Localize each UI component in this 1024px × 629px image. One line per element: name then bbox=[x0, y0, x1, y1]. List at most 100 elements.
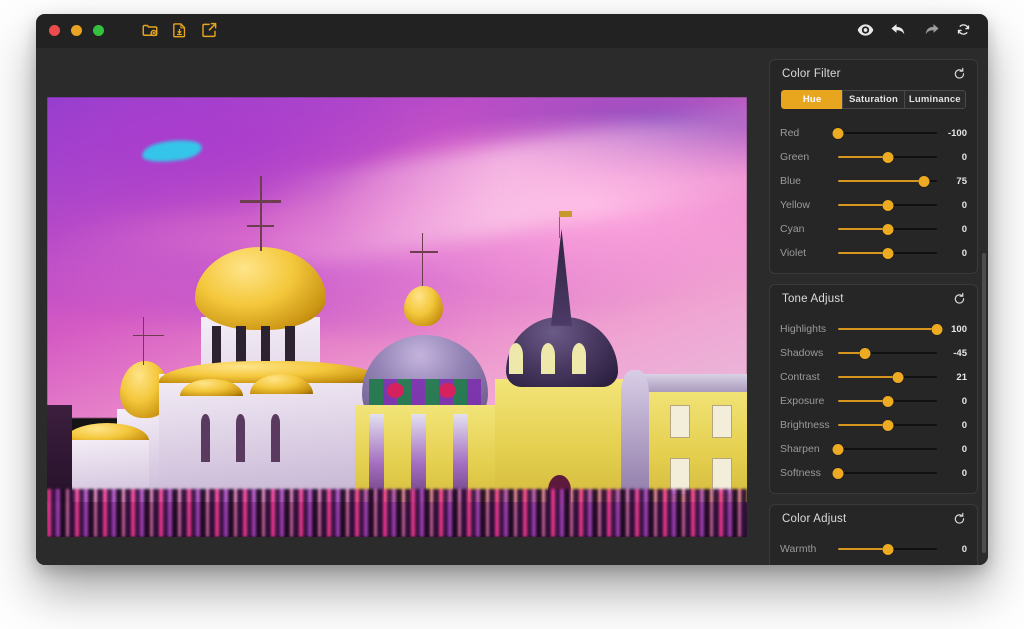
color-adjust-sliders: Warmth 0 bbox=[770, 533, 977, 565]
add-image-icon[interactable] bbox=[141, 21, 159, 39]
slider-yellow[interactable] bbox=[838, 198, 937, 212]
redo-icon[interactable] bbox=[923, 22, 940, 37]
share-export-icon[interactable] bbox=[200, 21, 218, 39]
slider-red[interactable] bbox=[832, 126, 937, 140]
panel-color-adjust: Color Adjust Warmth 0 bbox=[769, 504, 978, 565]
photo-window-a bbox=[201, 413, 211, 463]
slider-thumb[interactable] bbox=[832, 467, 844, 479]
photo-spire-flag bbox=[559, 210, 572, 217]
reset-icon[interactable] bbox=[952, 67, 967, 82]
panel-color-filter-header: Color Filter bbox=[770, 60, 977, 88]
slider-thumb[interactable] bbox=[892, 371, 904, 383]
slider-value: 0 bbox=[961, 443, 967, 455]
slider-thumb[interactable] bbox=[882, 223, 893, 235]
image-canvas[interactable] bbox=[47, 97, 747, 537]
slider-value: 0 bbox=[961, 223, 967, 235]
photo-crowd bbox=[47, 488, 747, 537]
slider-value: 0 bbox=[961, 247, 967, 259]
slider-row: Cyan 0 bbox=[770, 217, 977, 241]
slider-contrast[interactable] bbox=[838, 370, 937, 384]
app-window: Color Filter Hue Saturation Luminance Re… bbox=[36, 14, 988, 565]
slider-fill bbox=[838, 328, 937, 330]
slider-fill bbox=[838, 548, 888, 550]
maximize-window-button[interactable] bbox=[93, 25, 104, 36]
photo-far-right-window-2 bbox=[712, 405, 732, 438]
slider-thumb[interactable] bbox=[882, 395, 893, 407]
slider-thumb[interactable] bbox=[882, 419, 893, 431]
slider-label: Warmth bbox=[780, 543, 817, 555]
photo-window-c bbox=[271, 413, 281, 463]
reset-all-icon[interactable] bbox=[956, 22, 971, 37]
slider-sharpen[interactable] bbox=[832, 442, 937, 456]
app-body: Color Filter Hue Saturation Luminance Re… bbox=[36, 48, 988, 565]
slider-label: Blue bbox=[780, 175, 802, 187]
slider-fill bbox=[838, 204, 888, 206]
slider-label: Green bbox=[780, 151, 810, 163]
slider-blue[interactable] bbox=[838, 174, 937, 188]
slider-fill bbox=[838, 424, 888, 426]
sidebar-scrollbar[interactable] bbox=[982, 253, 986, 553]
slider-thumb[interactable] bbox=[859, 347, 871, 359]
close-window-button[interactable] bbox=[49, 25, 60, 36]
slider-track bbox=[838, 448, 937, 450]
slider-shadows[interactable] bbox=[838, 346, 937, 360]
slider-fill bbox=[838, 400, 888, 402]
slider-row: Warmth 0 bbox=[770, 537, 977, 561]
slider-highlights[interactable] bbox=[838, 322, 943, 336]
hue-sat-lum-tabs[interactable]: Hue Saturation Luminance bbox=[781, 90, 966, 109]
slider-thumb[interactable] bbox=[832, 127, 844, 139]
undo-icon[interactable] bbox=[890, 22, 907, 37]
slider-label: Shadows bbox=[780, 347, 824, 359]
slider-thumb[interactable] bbox=[882, 247, 893, 259]
photo-right-belfry-arch-3 bbox=[572, 343, 586, 375]
photo-center-cross-post bbox=[421, 233, 424, 287]
minimize-window-button[interactable] bbox=[71, 25, 82, 36]
reset-icon[interactable] bbox=[952, 512, 967, 527]
slider-green[interactable] bbox=[838, 150, 937, 164]
slider-thumb[interactable] bbox=[918, 175, 930, 187]
slider-exposure[interactable] bbox=[838, 394, 937, 408]
slider-violet[interactable] bbox=[838, 246, 937, 260]
slider-thumb[interactable] bbox=[832, 443, 844, 455]
slider-row: Green 0 bbox=[770, 145, 977, 169]
slider-label: Highlights bbox=[780, 323, 827, 335]
titlebar bbox=[36, 14, 988, 48]
toolbar-left bbox=[141, 21, 218, 39]
panel-color-adjust-header: Color Adjust bbox=[770, 505, 977, 533]
slider-thumb[interactable] bbox=[931, 323, 943, 335]
slider-fill bbox=[838, 156, 888, 158]
slider-value: -100 bbox=[947, 127, 967, 139]
adjustments-sidebar[interactable]: Color Filter Hue Saturation Luminance Re… bbox=[759, 59, 988, 565]
photo-window-b bbox=[236, 413, 246, 463]
slider-softness[interactable] bbox=[832, 466, 937, 480]
slider-thumb[interactable] bbox=[882, 543, 893, 555]
slider-brightness[interactable] bbox=[838, 418, 937, 432]
slider-warmth[interactable] bbox=[838, 542, 937, 556]
preview-eye-icon[interactable] bbox=[857, 23, 874, 37]
slider-track bbox=[838, 132, 937, 134]
tone-adjust-sliders: Highlights 100 Shadows -45 Contrast 21 E… bbox=[770, 313, 977, 493]
slider-label: Yellow bbox=[780, 199, 810, 211]
tab-luminance[interactable]: Luminance bbox=[903, 90, 966, 109]
tab-saturation[interactable]: Saturation bbox=[842, 90, 905, 109]
slider-value: 0 bbox=[961, 395, 967, 407]
traffic-lights bbox=[49, 25, 104, 36]
slider-value: 0 bbox=[961, 467, 967, 479]
slider-value: 0 bbox=[961, 199, 967, 211]
tab-hue[interactable]: Hue bbox=[781, 90, 844, 109]
slider-fill bbox=[838, 252, 888, 254]
photo-left-cross-bar bbox=[133, 334, 164, 337]
slider-label: Exposure bbox=[780, 395, 825, 407]
slider-thumb[interactable] bbox=[882, 199, 893, 211]
photo-dome-medallion-1 bbox=[387, 383, 404, 398]
slider-value: -45 bbox=[953, 347, 967, 359]
save-document-icon[interactable] bbox=[171, 21, 188, 39]
edited-photo bbox=[47, 97, 747, 537]
panel-color-filter: Color Filter Hue Saturation Luminance Re… bbox=[769, 59, 978, 274]
reset-icon[interactable] bbox=[952, 292, 967, 307]
slider-row: Blue 75 bbox=[770, 169, 977, 193]
slider-cyan[interactable] bbox=[838, 222, 937, 236]
slider-thumb[interactable] bbox=[882, 151, 893, 163]
photo-left-cross-post bbox=[142, 317, 145, 366]
slider-track bbox=[838, 472, 937, 474]
